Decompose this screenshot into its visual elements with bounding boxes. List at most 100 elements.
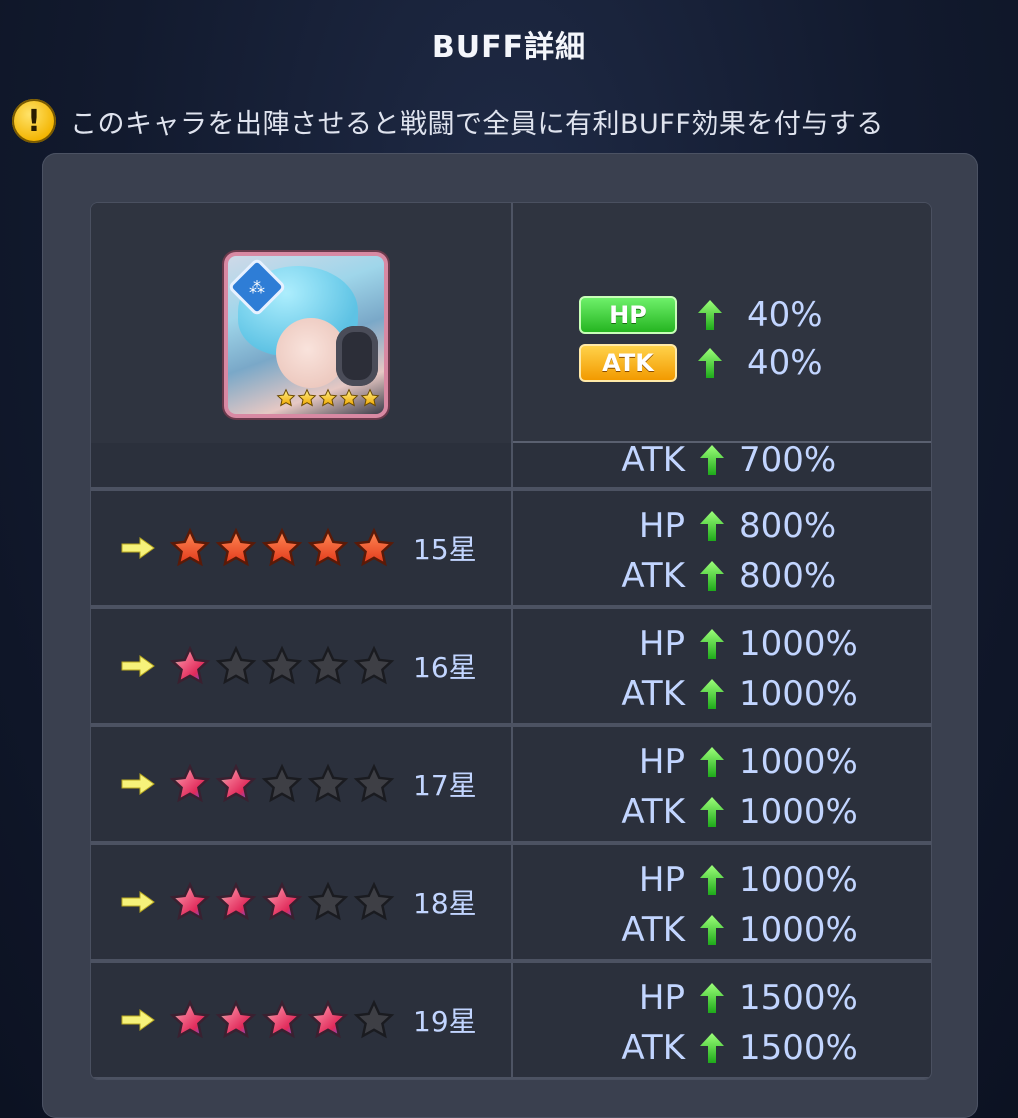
atk-stat: ATK 1500% — [621, 1028, 858, 1068]
hp-value: 1000% — [739, 860, 858, 900]
atk-stat: ATK 1000% — [621, 674, 858, 714]
current-buff-stats: HP 40% ATK 40% — [579, 291, 823, 387]
arrow-up-icon — [700, 797, 724, 827]
star-level-label: 16星 — [413, 651, 477, 684]
atk-value: 1000% — [739, 674, 858, 714]
headphone-shape — [336, 326, 378, 386]
star-icon — [307, 763, 349, 803]
star-icon — [261, 527, 303, 567]
notice-bar: ! このキャラを出陣させると戦闘で全員に有利BUFF効果を付与する — [12, 96, 884, 146]
arrow-up-icon — [698, 348, 722, 378]
warning-icon: ! — [12, 99, 56, 143]
star-icon — [215, 645, 257, 685]
star-icon — [307, 645, 349, 685]
character-portrait[interactable]: ⁂ — [224, 252, 388, 418]
star-level-label: 15星 — [413, 533, 477, 566]
character-art: ⁂ — [228, 256, 384, 414]
notice-text: このキャラを出陣させると戦闘で全員に有利BUFF効果を付与する — [70, 108, 884, 140]
page-title: BUFF詳細 — [431, 30, 587, 65]
hp-stat: HP 1000% — [638, 624, 858, 664]
hp-value: 1000% — [739, 742, 858, 782]
star-icon — [307, 999, 349, 1039]
star-icon — [169, 645, 211, 685]
hp-stat: HP 800% — [638, 506, 837, 546]
arrow-right-icon — [121, 891, 155, 913]
star-icon — [169, 763, 211, 803]
star-icon — [215, 881, 257, 921]
star-level-row: 15星 HP 800% ATK 800% — [91, 491, 931, 609]
partial-atk-stat: ATK 700% — [621, 443, 837, 480]
star-icon — [353, 527, 395, 567]
current-atk-value: 40% — [747, 343, 823, 383]
arrow-up-icon — [700, 915, 724, 945]
atk-badge: ATK — [579, 344, 677, 382]
arrow-right-icon — [121, 655, 155, 677]
star-level-row: 18星 HP 1000% ATK 1000% — [91, 845, 931, 963]
buff-table: ⁂ HP 40% ATK 40% ATK 700% 15星 HP 800% AT… — [90, 202, 932, 1080]
star-rating — [169, 645, 395, 687]
star-icon — [318, 388, 338, 407]
current-atk-row: ATK 40% — [579, 339, 823, 387]
arrow-up-icon — [700, 983, 724, 1013]
star-icon — [353, 999, 395, 1039]
hp-value: 1500% — [739, 978, 858, 1018]
atk-value: 1000% — [739, 910, 858, 950]
hp-stat: HP 1000% — [638, 860, 858, 900]
atk-stat: ATK 1000% — [621, 792, 858, 832]
star-rating — [169, 999, 395, 1041]
star-icon — [353, 645, 395, 685]
hp-stat: HP 1000% — [638, 742, 858, 782]
arrow-up-icon — [700, 679, 724, 709]
hp-value: 800% — [739, 506, 837, 546]
star-icon — [215, 527, 257, 567]
current-hp-value: 40% — [747, 295, 823, 335]
star-icon — [353, 763, 395, 803]
star-icon — [261, 881, 303, 921]
arrow-up-icon — [700, 629, 724, 659]
star-icon — [169, 881, 211, 921]
star-icon — [339, 388, 359, 407]
arrow-up-icon — [700, 747, 724, 777]
current-hp-row: HP 40% — [579, 291, 823, 339]
star-icon — [169, 999, 211, 1039]
atk-stat: ATK 800% — [621, 556, 837, 596]
star-icon — [261, 645, 303, 685]
star-level-row: 19星 HP 1500% ATK 1500% — [91, 963, 931, 1079]
arrow-right-icon — [121, 773, 155, 795]
star-icon — [307, 881, 349, 921]
star-level-row: 16星 HP 1000% ATK 1000% — [91, 609, 931, 727]
star-level-row: 17星 HP 1000% ATK 1000% — [91, 727, 931, 845]
hp-stat: HP 1500% — [638, 978, 858, 1018]
portrait-star-rating — [276, 388, 380, 408]
star-icon — [353, 881, 395, 921]
star-icon — [307, 527, 349, 567]
arrow-up-icon — [700, 561, 724, 591]
arrow-right-icon — [121, 1009, 155, 1031]
arrow-up-icon — [698, 300, 722, 330]
star-icon — [169, 527, 211, 567]
arrow-up-icon — [700, 511, 724, 541]
star-icon — [215, 999, 257, 1039]
star-level-label: 19星 — [413, 1005, 477, 1038]
star-level-label: 18星 — [413, 887, 477, 920]
star-icon — [261, 763, 303, 803]
star-rating — [169, 527, 395, 569]
star-rating — [169, 881, 395, 923]
hp-value: 1000% — [739, 624, 858, 664]
star-icon — [360, 388, 380, 407]
star-rating — [169, 763, 395, 805]
arrow-up-icon — [700, 865, 724, 895]
hp-badge: HP — [579, 296, 677, 334]
arrow-right-icon — [121, 537, 155, 559]
star-icon — [297, 388, 317, 407]
star-icon — [215, 763, 257, 803]
atk-stat: ATK 1000% — [621, 910, 858, 950]
star-icon — [276, 388, 296, 407]
atk-value: 1500% — [739, 1028, 858, 1068]
atk-value: 800% — [739, 556, 837, 596]
arrow-up-icon — [700, 445, 724, 475]
star-icon — [261, 999, 303, 1039]
atk-value: 1000% — [739, 792, 858, 832]
star-level-label: 17星 — [413, 769, 477, 802]
arrow-up-icon — [700, 1033, 724, 1063]
